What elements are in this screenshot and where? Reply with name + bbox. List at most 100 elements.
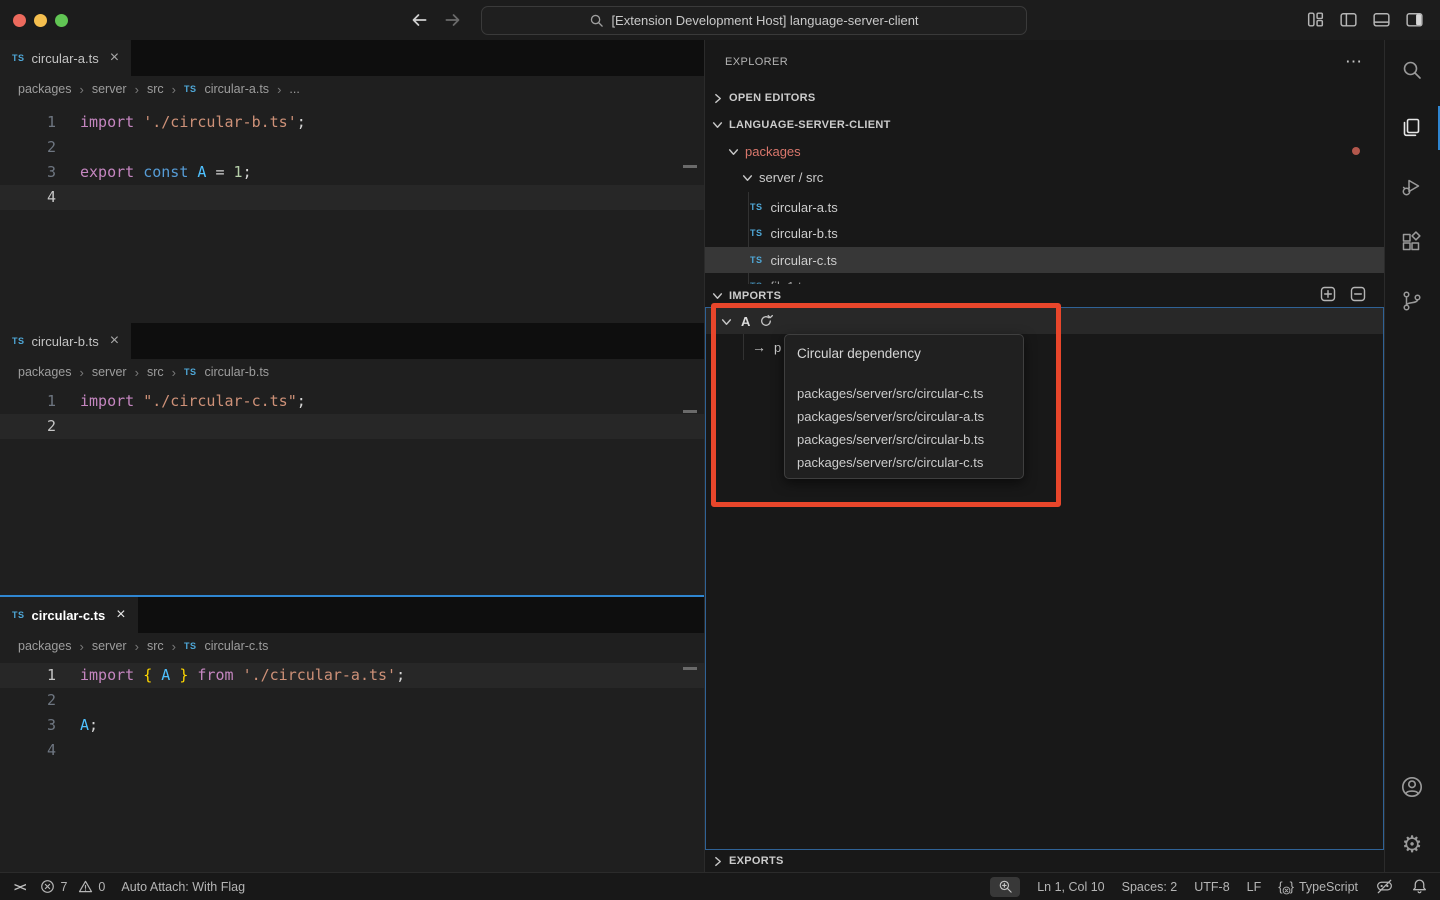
code-editor-c[interactable]: 1import { A } from './circular-a.ts'; 2 … [0, 659, 704, 763]
cursor-position-status[interactable]: Ln 1, Col 10 [1037, 880, 1104, 894]
typescript-file-icon: TS [12, 336, 25, 346]
run-debug-activity-icon[interactable] [1398, 174, 1426, 202]
code-editor-b[interactable]: 1import "./circular-c.ts"; 2 [0, 385, 704, 439]
back-arrow-icon[interactable] [408, 9, 430, 31]
chevron-down-icon [721, 316, 732, 327]
close-tab-icon[interactable]: × [110, 49, 119, 67]
chevron-right-icon: › [135, 82, 139, 97]
tree-item-partial[interactable]: TS file1.ts [705, 273, 1384, 284]
search-icon [589, 13, 604, 28]
breadcrumb-symbol[interactable]: ... [289, 82, 299, 96]
overview-ruler-mark [683, 410, 697, 413]
maximize-window-button[interactable] [55, 14, 68, 27]
toggle-primary-sidebar-icon[interactable] [1338, 9, 1359, 30]
code-line: 3A; [0, 713, 704, 738]
notifications-bell-icon[interactable] [1411, 878, 1428, 895]
imports-tree-view: A → p Circular dependency packages/serve… [705, 307, 1384, 850]
tree-item-packages[interactable]: packages [705, 138, 1384, 164]
collapse-all-icon[interactable] [1350, 286, 1366, 302]
indentation-status[interactable]: Spaces: 2 [1122, 880, 1178, 894]
tab-circular-a[interactable]: TS circular-a.ts × [0, 40, 131, 76]
tree-item-circular-a[interactable]: TS circular-a.ts [705, 194, 1384, 220]
breadcrumb-item[interactable]: packages [18, 82, 72, 96]
settings-gear-icon[interactable]: ⚙ [1398, 830, 1426, 858]
breadcrumb-file[interactable]: circular-b.ts [204, 365, 269, 379]
gear-glyph: ⚙ [1402, 833, 1423, 856]
toggle-panel-icon[interactable] [1371, 9, 1392, 30]
section-workspace-root[interactable]: LANGUAGE-SERVER-CLIENT [705, 112, 1384, 137]
problems-indicator[interactable]: 7 0 [40, 879, 105, 894]
more-actions-icon[interactable]: ⋯ [1345, 52, 1362, 72]
copilot-disabled-icon[interactable] [1375, 877, 1394, 896]
chevron-down-icon [742, 172, 753, 183]
chevron-right-icon [712, 93, 723, 104]
file-label: circular-c.ts [771, 253, 837, 268]
remote-indicator[interactable]: >< [14, 880, 24, 894]
account-icon[interactable] [1398, 773, 1426, 801]
typescript-file-icon: TS [184, 84, 197, 94]
breadcrumb-c[interactable]: packages › server › src › TS circular-c.… [0, 633, 704, 659]
warning-count: 0 [98, 880, 105, 894]
breadcrumb-item[interactable]: server [92, 639, 127, 653]
breadcrumb-item[interactable]: server [92, 365, 127, 379]
forward-arrow-icon[interactable] [442, 9, 464, 31]
history-nav [408, 9, 464, 31]
minimize-window-button[interactable] [34, 14, 47, 27]
import-path-fragment: p [774, 340, 781, 355]
error-icon [40, 879, 55, 894]
eol-status[interactable]: LF [1247, 880, 1262, 894]
auto-attach-status[interactable]: Auto Attach: With Flag [121, 880, 245, 894]
line-number: 4 [0, 738, 80, 763]
tree-item-circular-b[interactable]: TS circular-b.ts [705, 220, 1384, 246]
typescript-file-icon: TS [750, 228, 763, 238]
breadcrumb-item[interactable]: src [147, 365, 164, 379]
section-imports[interactable]: IMPORTS [705, 284, 1384, 307]
tab-circular-c[interactable]: TS circular-c.ts × [0, 597, 138, 633]
overview-ruler-mark [683, 667, 697, 670]
imports-node-A[interactable]: A [706, 308, 1383, 334]
file-label: circular-a.ts [771, 200, 838, 215]
code-line-active: 1import { A } from './circular-a.ts'; [0, 663, 704, 688]
explorer-header: EXPLORER ⋯ [705, 40, 1384, 86]
breadcrumb-file[interactable]: circular-c.ts [204, 639, 268, 653]
expand-all-icon[interactable] [1320, 286, 1336, 302]
tree-item-server-src[interactable]: server / src [705, 164, 1384, 190]
source-control-activity-icon[interactable] [1398, 287, 1426, 315]
section-open-editors[interactable]: OPEN EDITORS [705, 86, 1384, 110]
breadcrumb-item[interactable]: src [147, 82, 164, 96]
command-center-search[interactable]: [Extension Development Host] language-se… [481, 6, 1027, 35]
close-tab-icon[interactable]: × [110, 332, 119, 350]
breadcrumb-item[interactable]: src [147, 639, 164, 653]
tree-item-circular-c-selected[interactable]: TS circular-c.ts [705, 247, 1384, 273]
customize-layout-icon[interactable] [1305, 9, 1326, 30]
section-exports[interactable]: EXPORTS [705, 850, 1384, 872]
toggle-secondary-sidebar-icon[interactable] [1404, 9, 1425, 30]
chevron-down-icon [728, 146, 739, 157]
code-line: 3export const A = 1; [0, 160, 704, 185]
line-number: 2 [0, 414, 80, 439]
breadcrumb-item[interactable]: server [92, 82, 127, 96]
tooltip-path: packages/server/src/circular-c.ts [797, 382, 1011, 405]
breadcrumb-item[interactable]: packages [18, 639, 72, 653]
encoding-status[interactable]: UTF-8 [1194, 880, 1229, 894]
search-activity-icon[interactable] [1398, 56, 1426, 84]
window-title: [Extension Development Host] language-se… [611, 13, 918, 28]
language-status[interactable]: { } TypeScript [1278, 879, 1358, 894]
breadcrumb-item[interactable]: packages [18, 365, 72, 379]
breadcrumb-a[interactable]: packages › server › src › TS circular-a.… [0, 76, 704, 102]
breadcrumb-file[interactable]: circular-a.ts [204, 82, 269, 96]
chevron-right-icon: › [172, 365, 176, 380]
modified-dot-badge [1352, 147, 1360, 155]
code-editor-a[interactable]: 1import './circular-b.ts'; 2 3export con… [0, 102, 704, 210]
extensions-activity-icon[interactable] [1398, 229, 1426, 257]
refresh-icon[interactable] [759, 314, 773, 328]
explorer-activity-icon-active[interactable] [1398, 114, 1426, 142]
encoding-label: UTF-8 [1194, 880, 1229, 894]
breadcrumb-b[interactable]: packages › server › src › TS circular-b.… [0, 359, 704, 385]
chevron-right-icon: › [135, 639, 139, 654]
language-label: TypeScript [1299, 880, 1358, 894]
close-tab-icon[interactable]: × [116, 606, 125, 624]
close-window-button[interactable] [13, 14, 26, 27]
tab-circular-b[interactable]: TS circular-b.ts × [0, 323, 131, 359]
zoom-button[interactable] [990, 877, 1020, 897]
